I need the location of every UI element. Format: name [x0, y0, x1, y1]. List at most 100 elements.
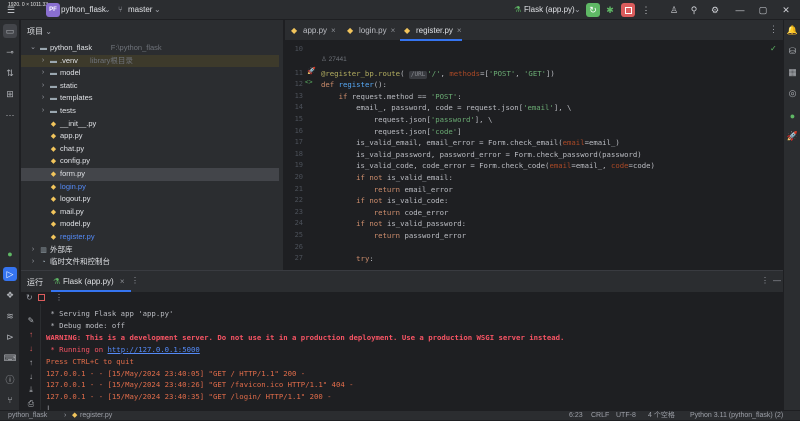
tree-item[interactable]: › ▬ tests [21, 105, 279, 118]
chevron-right-icon[interactable]: › [39, 67, 47, 80]
stop-icon[interactable] [38, 294, 45, 301]
run-tool-icon[interactable]: ▷ [3, 267, 17, 281]
python-file-icon: ◆ [50, 208, 57, 216]
arrow-down-icon[interactable]: ↓ [24, 342, 38, 354]
tree-item[interactable]: ◆ config.py [21, 155, 279, 168]
rerun-icon[interactable]: ↻ [26, 293, 33, 302]
wrap-icon[interactable]: ✎ [24, 314, 38, 326]
chevron-right-icon[interactable]: › [39, 105, 47, 118]
stop-icon[interactable] [621, 3, 635, 17]
tree-item[interactable]: ◆ chat.py [21, 143, 279, 156]
sciview-icon[interactable]: ▦ [786, 66, 799, 79]
endpoint-gutter-icon[interactable]: <> [305, 79, 313, 86]
chevron-right-icon[interactable]: › [29, 244, 37, 257]
line-number: 23 [294, 207, 303, 216]
tree-item[interactable]: ◆ login.py [21, 181, 279, 194]
python-packages-icon[interactable]: ❖ [3, 288, 17, 302]
chevron-down-icon[interactable]: ⌄ [104, 0, 111, 20]
gear-icon[interactable]: ⚙ [708, 3, 722, 17]
more-icon[interactable]: ⋮ [639, 3, 653, 17]
pull-requests-icon[interactable]: ⇅ [3, 66, 17, 80]
arrow-up-icon[interactable]: ↑ [24, 328, 38, 340]
tree-item[interactable]: › ▬ .venv library根目录 [21, 54, 279, 68]
tree-item[interactable]: › ◔ 临时文件和控制台 [21, 256, 279, 269]
terminal-icon[interactable]: ⌨ [3, 351, 17, 365]
chevron-down-icon[interactable]: ⌄ [29, 42, 37, 55]
tree-item[interactable]: ◆ logout.py [21, 193, 279, 206]
git-icon[interactable]: ⑂ [3, 393, 17, 407]
close-icon[interactable]: × [457, 26, 462, 35]
chevron-down-icon[interactable]: ⌄ [574, 0, 581, 20]
rocket-gutter-icon[interactable]: 🚀 [307, 67, 316, 75]
debug-icon[interactable]: ✱ [603, 3, 617, 17]
tree-item[interactable]: ◆ register.py [21, 231, 279, 244]
ai-assistant-icon[interactable]: ◎ [786, 87, 799, 100]
tree-item-path-hint: library根目录 [90, 55, 133, 65]
tree-item[interactable]: › ▥ 外部库 [21, 244, 279, 257]
tab-run-flask[interactable]: ⚗ Flask (app.py) × [51, 273, 131, 292]
services-icon[interactable]: ⊳ [3, 330, 17, 344]
tree-item[interactable]: ◆ app.py [21, 130, 279, 143]
tree-item[interactable]: ⌄ ▬ python_flask F:\python_flask [21, 42, 279, 55]
status-dot-icon[interactable]: ● [3, 247, 17, 261]
notifications-icon[interactable]: 🔔 [786, 24, 799, 37]
close-icon[interactable]: × [331, 26, 336, 35]
chevron-right-icon[interactable]: › [29, 256, 37, 269]
more-icon[interactable]: ⋯ [3, 108, 17, 122]
arrow-down-icon[interactable]: ↓ [24, 370, 38, 382]
scroll-to-end-icon[interactable]: ⤓ [24, 384, 38, 396]
tab-login-py[interactable]: ◆ login.py × [343, 20, 395, 41]
tree-item[interactable]: ◆ model.py [21, 218, 279, 231]
project-switcher[interactable]: python_flask [61, 0, 106, 20]
inspection-ok-icon[interactable]: ✓ [770, 44, 777, 53]
database-icon[interactable]: ⛁ [786, 45, 799, 58]
search-icon[interactable]: ⚲ [687, 3, 701, 17]
editor-tabs: ◆ app.py × ◆ login.py × ◆ register.py × ⋮ [285, 20, 783, 41]
folder-icon: ▬ [40, 45, 47, 52]
tree-item[interactable]: › ▬ model [21, 67, 279, 80]
editor: ◆ app.py × ◆ login.py × ◆ register.py × ⋮ ♙ 27… [285, 20, 783, 270]
minimize-icon[interactable]: — [733, 3, 747, 17]
close-icon[interactable]: × [391, 26, 396, 35]
project-tool-icon[interactable]: ▭ [3, 24, 17, 38]
maximize-icon[interactable]: ▢ [756, 3, 770, 17]
account-icon[interactable]: ♙ [667, 3, 681, 17]
project-panel-title[interactable]: 项目 ⌄ [27, 26, 52, 37]
more-icon[interactable]: ⋮ [55, 293, 63, 302]
close-icon[interactable]: × [120, 277, 125, 286]
more-icon[interactable]: ⋮ [761, 276, 769, 285]
tree-item-label: logout.py [60, 194, 91, 204]
chevron-right-icon[interactable]: › [39, 92, 47, 105]
close-icon[interactable]: ✕ [779, 3, 793, 17]
code-line: return email_error [373, 184, 453, 194]
minimize-panel-icon[interactable]: — [773, 276, 781, 285]
arrow-up-icon[interactable]: ↑ [24, 356, 38, 368]
tree-item[interactable]: › ▬ static [21, 80, 279, 93]
python-file-icon: ◆ [50, 145, 57, 153]
tree-item[interactable]: ◆ mail.py [21, 206, 279, 219]
console-link[interactable]: http://127.0.0.1:5000 [108, 345, 200, 354]
more-tabs-icon[interactable]: ⋮ [769, 24, 778, 35]
print-icon[interactable]: ⎙ [24, 398, 38, 410]
tree-item[interactable]: ◆ __init__.py [21, 118, 279, 131]
branch-switcher[interactable]: master [128, 0, 152, 20]
tree-item[interactable]: › ▬ templates [21, 92, 279, 105]
layers-icon[interactable]: ≋ [3, 309, 17, 323]
plugin-icon[interactable]: ● [786, 109, 799, 122]
problems-icon[interactable]: ⓘ [3, 372, 17, 386]
deploy-icon[interactable]: 🚀 [786, 130, 799, 143]
right-toolbar: 🔔 ⛁ ▦ ◎ ● 🚀 [783, 20, 800, 410]
chevron-down-icon[interactable]: ⌄ [154, 0, 161, 20]
tab-app-py[interactable]: ◆ app.py × [287, 20, 336, 41]
tree-item[interactable]: ◆ form.py [21, 168, 279, 181]
tree-item-label: form.py [60, 169, 86, 178]
rerun-icon[interactable]: ↻ [586, 3, 600, 17]
run-config-selector[interactable]: Flask (app.py) [524, 0, 575, 20]
tab-register-py[interactable]: ◆ register.py × [400, 20, 462, 41]
chevron-right-icon[interactable]: › [39, 55, 47, 68]
structure-icon[interactable]: ⊞ [3, 87, 17, 101]
more-icon[interactable]: ⋮ [131, 276, 139, 285]
commit-icon[interactable]: ⊸ [3, 45, 17, 59]
chevron-right-icon[interactable]: › [39, 80, 47, 93]
scratch-icon: ◔ [41, 259, 46, 267]
